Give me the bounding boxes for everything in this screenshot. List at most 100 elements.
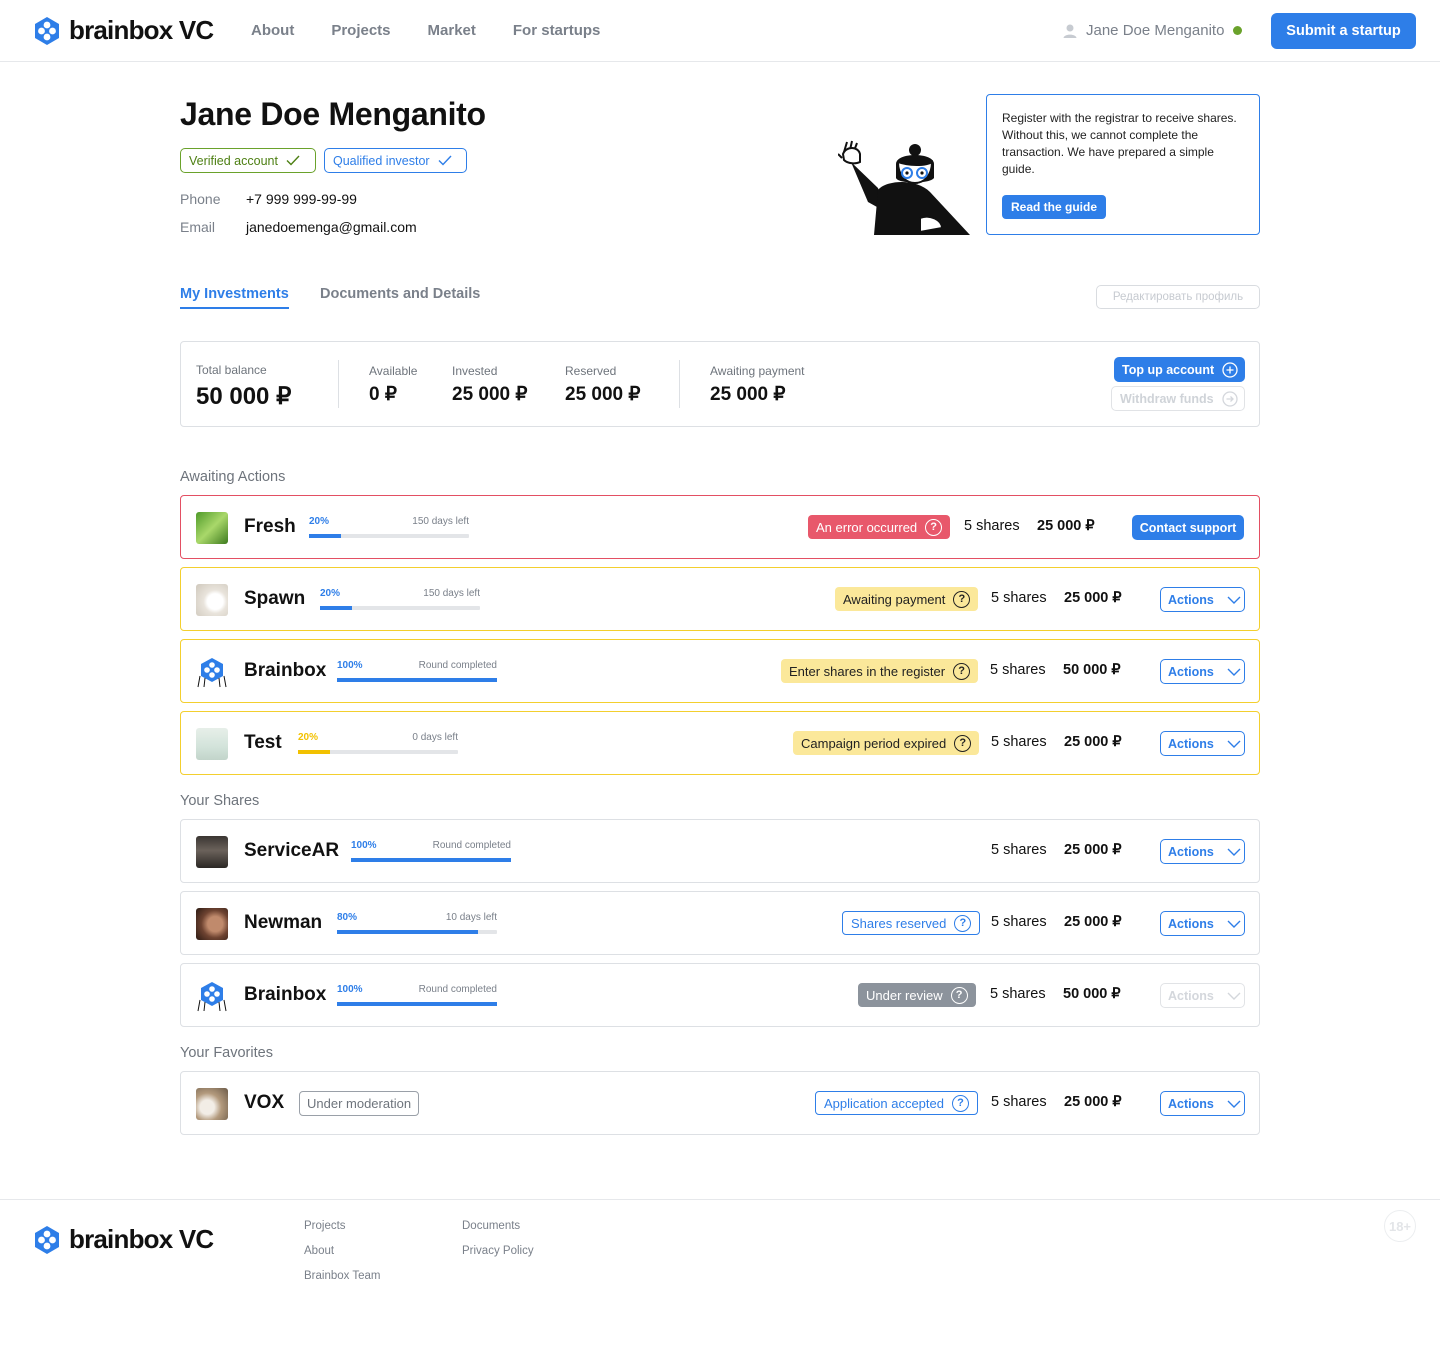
progress-track (351, 858, 511, 862)
user-menu[interactable]: Jane Doe Menganito (1062, 22, 1243, 39)
tab-documents-details[interactable]: Documents and Details (320, 286, 480, 302)
profile-name: Jane Doe Menganito (180, 96, 486, 132)
footer-link-team[interactable]: Brainbox Team (304, 1270, 381, 1285)
investment-card-test: Test 20% 0 days left Campaign period expi… (180, 711, 1260, 775)
help-icon[interactable]: ? (953, 590, 971, 608)
campaign-progress: 100% Round completed (337, 984, 497, 1006)
invested-balance: Invested 25 000 ₽ (452, 364, 527, 406)
investment-amount: 25 000 ₽ (1064, 842, 1122, 858)
contact-support-button[interactable]: Contact support (1132, 515, 1244, 540)
chevron-down-icon (1227, 1100, 1241, 1108)
plus-circle-icon (1222, 361, 1238, 378)
project-name: Test (244, 732, 282, 753)
help-icon[interactable]: ? (953, 662, 971, 680)
top-up-account-button[interactable]: Top up account (1114, 357, 1245, 382)
actions-label: Actions (1168, 844, 1214, 859)
nav-projects[interactable]: Projects (331, 22, 390, 39)
help-icon[interactable]: ? (954, 734, 972, 752)
available-label: Available (369, 364, 418, 378)
shares-count: 5 shares (991, 590, 1047, 606)
progress-fill (320, 606, 352, 610)
brainbox-mascot-icon (197, 658, 227, 688)
shares-count: 5 shares (964, 518, 1020, 534)
project-thumbnail (196, 908, 228, 940)
chevron-down-icon (1227, 920, 1241, 928)
project-name: VOX (244, 1092, 285, 1113)
phone-label: Phone (180, 191, 221, 207)
help-icon[interactable]: ? (954, 914, 972, 932)
actions-dropdown[interactable]: Actions (1160, 731, 1245, 756)
moderation-tag: Under moderation (299, 1091, 420, 1116)
status-label: Enter shares in the register (789, 663, 946, 679)
actions-dropdown[interactable]: Actions (1160, 911, 1245, 936)
email-value: janedoemenga@gmail.com (246, 219, 417, 235)
actions-label: Actions (1168, 736, 1214, 751)
investment-amount: 25 000 ₽ (1064, 590, 1122, 606)
divider (338, 360, 339, 408)
main-nav: About Projects Market For startups (251, 22, 600, 39)
actions-dropdown[interactable]: Actions (1160, 983, 1245, 1008)
total-balance-value: 50 000 ₽ (196, 383, 292, 410)
help-icon[interactable]: ? (951, 1094, 969, 1112)
footer-link-documents[interactable]: Documents (462, 1220, 534, 1235)
status-badge: Under review ? (858, 983, 976, 1007)
investment-card-fresh: Fresh 20% 150 days left An error occurred… (180, 495, 1260, 559)
total-balance: Total balance 50 000 ₽ (196, 363, 291, 411)
progress-note: 150 days left (423, 588, 480, 599)
header: brainbox VC About Projects Market For st… (0, 0, 1440, 62)
progress-percent: 100% (337, 660, 363, 671)
submit-startup-button[interactable]: Submit a startup (1271, 13, 1416, 49)
nav-for-startups[interactable]: For startups (513, 22, 601, 39)
progress-note: Round completed (418, 984, 497, 995)
edit-profile-button[interactable]: Редактировать профиль (1096, 285, 1260, 309)
invested-label: Invested (452, 364, 498, 378)
badge-label: Verified account (189, 153, 278, 168)
actions-dropdown[interactable]: Actions (1160, 587, 1245, 612)
brand-logo[interactable]: brainbox VC (33, 15, 214, 46)
withdraw-funds-button[interactable]: Withdraw funds (1111, 386, 1245, 411)
actions-dropdown[interactable]: Actions (1160, 1091, 1245, 1116)
share-card-servicear: ServiceAR 100% Round completed 5 shares 2… (180, 819, 1260, 883)
campaign-progress: 20% 150 days left (320, 588, 480, 610)
progress-fill (337, 930, 478, 934)
help-icon[interactable]: ? (950, 986, 968, 1004)
progress-track (337, 930, 497, 934)
chevron-down-icon (1227, 848, 1241, 856)
status-label: Under review (866, 987, 943, 1003)
project-thumbnail (196, 1088, 228, 1120)
status-label: Application accepted (824, 1095, 944, 1111)
status-label: An error occurred (816, 519, 918, 535)
nav-about[interactable]: About (251, 22, 294, 39)
progress-note: 150 days left (412, 516, 469, 527)
badge-label: Qualified investor (333, 153, 430, 168)
share-card-brainbox: Brainbox 100% Round completed Under revie… (180, 963, 1260, 1027)
withdraw-label: Withdraw funds (1120, 391, 1214, 406)
top-up-label: Top up account (1122, 362, 1215, 377)
footer-links-legal: Documents Privacy Policy (462, 1220, 534, 1260)
invested-value: 25 000 ₽ (452, 384, 528, 405)
shares-count: 5 shares (991, 914, 1047, 930)
project-thumbnail (196, 512, 228, 544)
awaiting-payment-label: Awaiting payment (710, 364, 805, 378)
shares-count: 5 shares (990, 986, 1046, 1002)
progress-fill (337, 678, 497, 682)
actions-dropdown[interactable]: Actions (1160, 839, 1245, 864)
investment-amount: 25 000 ₽ (1064, 734, 1122, 750)
footer-link-about[interactable]: About (304, 1245, 381, 1260)
progress-percent: 80% (337, 912, 358, 923)
tab-my-investments[interactable]: My Investments (180, 286, 289, 309)
status-badge: Campaign period expired ? (793, 731, 980, 755)
section-awaiting-actions: Awaiting Actions (180, 469, 286, 485)
actions-dropdown[interactable]: Actions (1160, 659, 1245, 684)
status-badge: Awaiting payment ? (835, 587, 979, 611)
progress-note: Round completed (432, 840, 511, 851)
footer-brand-logo[interactable]: brainbox VC (33, 1224, 214, 1255)
favorite-card-vox: VOX Under moderation Application accepte… (180, 1071, 1260, 1135)
read-guide-button[interactable]: Read the guide (1002, 195, 1107, 219)
footer-link-projects[interactable]: Projects (304, 1220, 381, 1235)
help-icon[interactable]: ? (925, 518, 943, 536)
nav-market[interactable]: Market (428, 22, 476, 39)
status-label: Campaign period expired (801, 735, 947, 751)
footer-link-privacy[interactable]: Privacy Policy (462, 1245, 534, 1260)
shares-count: 5 shares (991, 842, 1047, 858)
